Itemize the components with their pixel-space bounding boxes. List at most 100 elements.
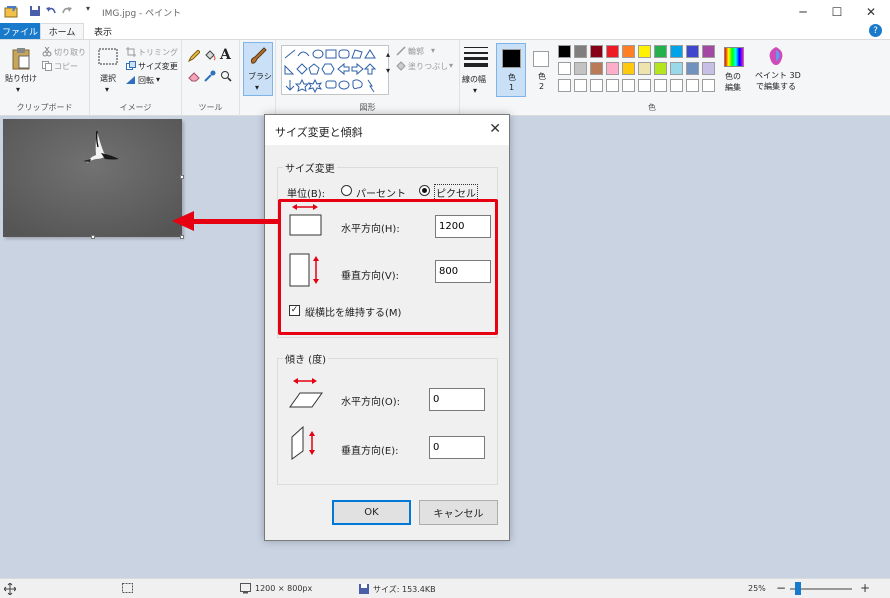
brush-button[interactable]: ブラシ ▾ <box>243 42 273 96</box>
clipboard-group-label: クリップボード <box>16 103 73 112</box>
percent-label[interactable]: パーセント <box>356 185 406 200</box>
palette-swatch[interactable] <box>654 45 667 58</box>
palette-swatch[interactable] <box>638 79 651 92</box>
resize-button[interactable]: サイズ変更 <box>138 61 178 72</box>
percent-radio[interactable] <box>341 185 352 196</box>
palette-swatch[interactable] <box>654 62 667 75</box>
eraser-icon[interactable] <box>188 70 200 85</box>
horizontal-skew-icon <box>289 377 325 412</box>
edit-colors-label-line2: 編集 <box>725 83 741 92</box>
text-tool-icon[interactable]: A <box>220 47 231 63</box>
line-width-button[interactable]: 線の幅 ▾ <box>460 40 492 116</box>
fill-button[interactable]: 塗りつぶし <box>408 61 448 72</box>
palette-swatch[interactable] <box>622 79 635 92</box>
skew-vertical-input[interactable] <box>429 436 485 459</box>
palette-swatch[interactable] <box>590 62 603 75</box>
dialog-close-button[interactable]: ✕ <box>489 121 501 137</box>
palette-swatch[interactable] <box>574 62 587 75</box>
fill-dropdown-icon[interactable]: ▾ <box>449 61 453 70</box>
help-button[interactable]: ? <box>869 24 882 37</box>
rotate-button[interactable]: 回転 <box>138 75 154 86</box>
zoom-out-button[interactable]: − <box>776 581 786 595</box>
palette-swatch[interactable] <box>686 45 699 58</box>
palette-swatch[interactable] <box>590 45 603 58</box>
ok-button[interactable]: OK <box>332 500 411 525</box>
paste-button[interactable]: 貼り付け <box>5 73 37 84</box>
select-icon[interactable] <box>98 48 118 69</box>
palette-swatch[interactable] <box>686 79 699 92</box>
palette-swatch[interactable] <box>638 45 651 58</box>
palette-swatch[interactable] <box>702 79 715 92</box>
paste-dropdown-icon[interactable]: ▾ <box>16 85 20 94</box>
zoom-slider-thumb[interactable] <box>795 582 801 595</box>
outline-button[interactable]: 輪郭 <box>408 46 424 57</box>
tab-view[interactable]: 表示 <box>84 23 122 39</box>
palette-swatch[interactable] <box>558 45 571 58</box>
color1-label-line1: 色 <box>508 73 516 82</box>
resize-handle-bottom[interactable] <box>91 235 95 239</box>
palette-swatch[interactable] <box>622 62 635 75</box>
redo-icon[interactable] <box>60 4 74 18</box>
skew-horizontal-input[interactable] <box>429 388 485 411</box>
palette-swatch[interactable] <box>558 79 571 92</box>
palette-swatch[interactable] <box>590 79 603 92</box>
color-picker-icon[interactable] <box>204 70 216 85</box>
color2-swatch <box>533 51 549 67</box>
fill-bucket-icon[interactable] <box>204 50 216 65</box>
image-dimensions: 1200 × 800px <box>255 584 313 593</box>
cancel-button[interactable]: キャンセル <box>419 500 498 525</box>
shapes-scroll-down-icon[interactable]: ▾ <box>386 66 390 75</box>
outline-dropdown-icon[interactable]: ▾ <box>431 46 435 55</box>
crop-button[interactable]: トリミング <box>138 47 178 58</box>
title-bar: ▾ IMG.jpg - ペイント ─ ☐ ✕ <box>0 0 890 23</box>
canvas-image[interactable] <box>3 119 182 237</box>
select-dropdown-icon[interactable]: ▾ <box>105 85 109 94</box>
paste-icon[interactable] <box>11 46 31 73</box>
palette-swatch[interactable] <box>606 62 619 75</box>
palette-swatch[interactable] <box>670 62 683 75</box>
palette-swatch[interactable] <box>654 79 667 92</box>
palette-swatch[interactable] <box>558 62 571 75</box>
paint3d-button[interactable]: ペイント 3D で編集する <box>752 43 801 99</box>
skew-group-label: 傾き (度) <box>283 351 328 366</box>
close-button[interactable]: ✕ <box>849 0 890 23</box>
color2-button[interactable]: 色 2 <box>528 43 556 97</box>
palette-swatch[interactable] <box>622 45 635 58</box>
resize-group-label: サイズ変更 <box>283 160 337 175</box>
ribbon-tabs: ファイル ホーム 表示 ? <box>0 23 890 39</box>
save-icon[interactable] <box>28 4 42 18</box>
tab-home[interactable]: ホーム <box>40 23 84 39</box>
shapes-scroll-up-icon[interactable]: ▴ <box>386 50 390 59</box>
palette-swatch[interactable] <box>638 62 651 75</box>
edit-colors-button[interactable]: 色の 編集 <box>720 43 748 97</box>
shapes-gallery[interactable] <box>281 45 389 95</box>
resize-handle-corner[interactable] <box>180 235 184 239</box>
quick-access-dropdown-icon[interactable]: ▾ <box>86 4 100 18</box>
zoom-in-button[interactable]: + <box>860 581 870 595</box>
edit-colors-icon <box>724 47 744 67</box>
select-button[interactable]: 選択 <box>100 73 116 84</box>
palette-swatch[interactable] <box>670 79 683 92</box>
copy-button[interactable]: コピー <box>54 61 78 72</box>
cut-button[interactable]: 切り取り <box>54 47 86 58</box>
color2-label-line2: 2 <box>539 82 545 91</box>
palette-swatch[interactable] <box>670 45 683 58</box>
color1-button[interactable]: 色 1 <box>496 43 526 97</box>
palette-swatch[interactable] <box>574 79 587 92</box>
undo-icon[interactable] <box>44 4 58 18</box>
pixel-radio[interactable] <box>419 185 430 196</box>
palette-swatch[interactable] <box>702 45 715 58</box>
resize-handle-right[interactable] <box>180 175 184 179</box>
palette-swatch[interactable] <box>606 45 619 58</box>
status-bar: 1200 × 800px サイズ: 153.4KB 25% − + <box>0 578 890 598</box>
magnifier-icon[interactable] <box>220 70 232 85</box>
annotation-arrow-shaft <box>194 219 278 224</box>
palette-swatch[interactable] <box>606 79 619 92</box>
rotate-dropdown-icon[interactable]: ▾ <box>156 75 160 84</box>
palette-swatch[interactable] <box>702 62 715 75</box>
color1-label-line2: 1 <box>509 83 515 92</box>
tab-file[interactable]: ファイル <box>0 23 40 39</box>
palette-swatch[interactable] <box>574 45 587 58</box>
palette-swatch[interactable] <box>686 62 699 75</box>
pencil-icon[interactable] <box>187 49 201 65</box>
